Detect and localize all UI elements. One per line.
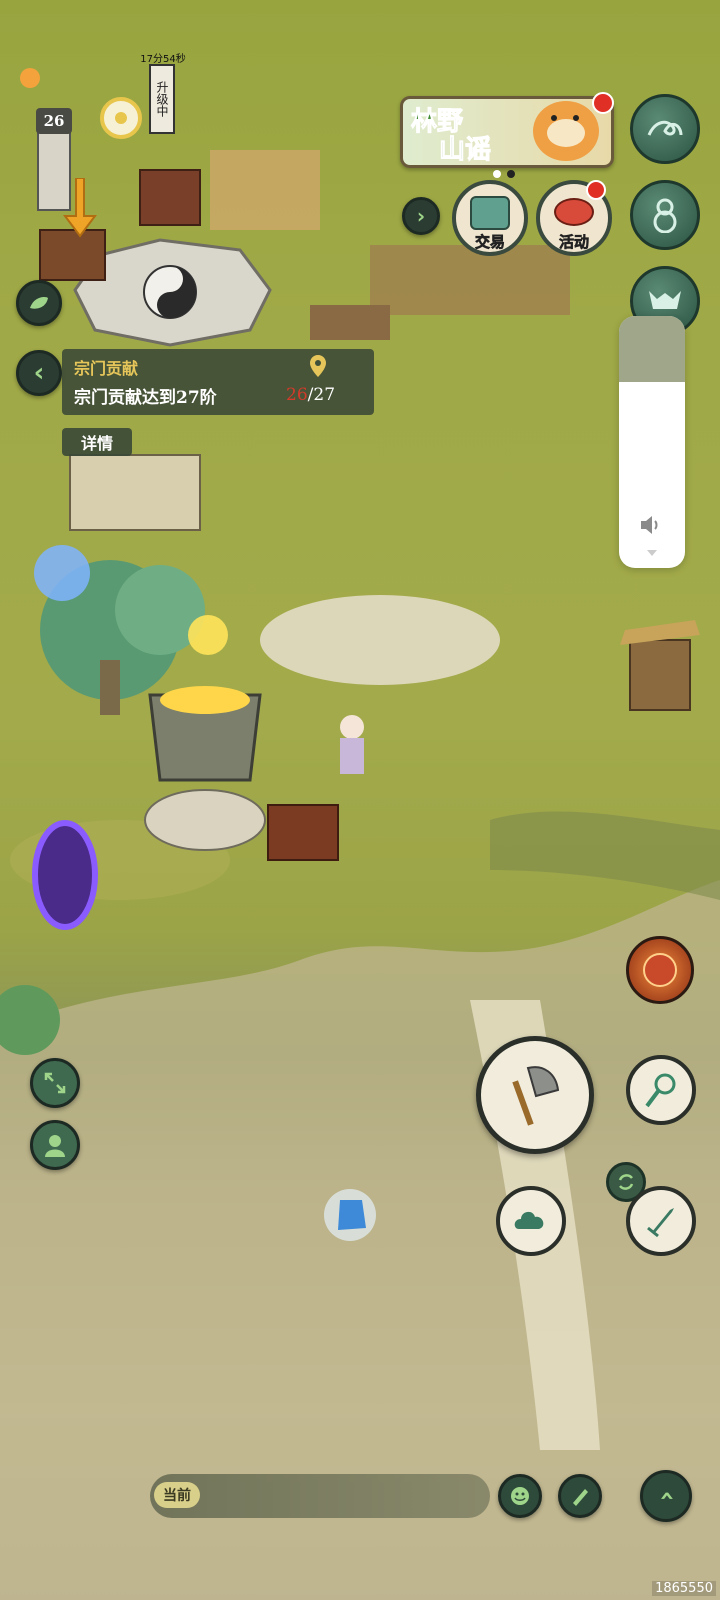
level-badge: 26 — [36, 108, 72, 134]
trade-button[interactable]: 交易 — [452, 180, 528, 256]
current-channel-label: 当前 — [154, 1482, 200, 1508]
chevron-right-icon: › — [416, 204, 426, 228]
tiger-mascot-icon — [533, 101, 599, 161]
edit-button[interactable] — [558, 1474, 602, 1518]
activity-notification-dot — [586, 180, 606, 200]
expand-button[interactable] — [30, 1058, 80, 1108]
quest-description: 宗门贡献达到27阶 — [74, 388, 217, 408]
details-button[interactable]: 详情 — [62, 428, 132, 456]
emoji-button[interactable] — [498, 1474, 542, 1518]
banner-title-line2: 山谣 — [438, 135, 492, 166]
axe-icon — [512, 1066, 560, 1126]
net-button[interactable] — [626, 1055, 696, 1125]
back-icon: ‹ — [33, 358, 45, 388]
activity-label: 活动 — [558, 233, 590, 252]
expand-up-button[interactable]: › — [640, 1470, 692, 1522]
terrain-art — [0, 109, 720, 1600]
character-button[interactable] — [30, 1120, 80, 1170]
quest-panel[interactable]: 宗门贡献 宗门贡献达到27阶 26/27 — [62, 349, 374, 415]
event-banner[interactable]: 林野 山谣 — [400, 96, 614, 168]
quest-progress: 26/27 — [286, 385, 335, 405]
net-icon — [645, 1073, 676, 1108]
character-icon — [45, 1135, 65, 1157]
upgrade-status: 升级中 — [149, 64, 175, 134]
smile-icon — [511, 1487, 529, 1505]
flame-face-icon[interactable] — [626, 936, 694, 1004]
trade-label: 交易 — [474, 233, 506, 252]
down-arrow-icon — [63, 178, 97, 238]
leaf-icon — [30, 297, 48, 309]
drum-icon — [554, 198, 594, 226]
carousel-dot[interactable] — [507, 170, 515, 178]
back-button[interactable]: ‹ — [16, 350, 62, 396]
axe-button[interactable] — [476, 1036, 594, 1154]
progress-total: 27 — [313, 385, 336, 405]
speaker-icon — [641, 516, 658, 534]
next-arrow-button[interactable]: › — [402, 197, 440, 235]
sword-button[interactable] — [626, 1186, 696, 1256]
leaf-button[interactable] — [16, 280, 62, 326]
swap-icon — [618, 1174, 634, 1190]
location-pin-icon — [310, 355, 326, 377]
quest-title: 宗门贡献 — [74, 359, 139, 378]
cloud-button[interactable] — [496, 1186, 566, 1256]
banner-notification-dot — [592, 92, 614, 114]
sword-icon — [647, 1208, 674, 1238]
expand-icon — [44, 1072, 66, 1094]
watermark-id: 1865550 — [652, 1581, 716, 1596]
chevron-up-icon: › — [651, 1490, 681, 1502]
trade-icon — [470, 196, 510, 230]
resource-dot — [20, 68, 40, 88]
progress-current: 26 — [286, 385, 308, 405]
wave-icon[interactable] — [630, 94, 700, 164]
quest-marker-icon[interactable] — [100, 97, 142, 139]
game-scene[interactable]: 26 17分54秒 升级中 林野 山谣 › 交易 活动 ‹ 宗门贡献 宗门贡献达… — [0, 0, 720, 1600]
cloud-icon — [514, 1211, 544, 1229]
gourd-icon[interactable] — [630, 180, 700, 250]
channel-bar[interactable]: 当前 — [150, 1474, 490, 1518]
upgrade-timer: 17分54秒 — [140, 54, 186, 65]
volume-slider-track — [619, 316, 685, 382]
carousel-dot-active[interactable] — [493, 170, 501, 178]
chevron-down-icon — [647, 550, 657, 556]
pencil-icon — [573, 1489, 588, 1506]
volume-slider[interactable] — [619, 316, 685, 568]
